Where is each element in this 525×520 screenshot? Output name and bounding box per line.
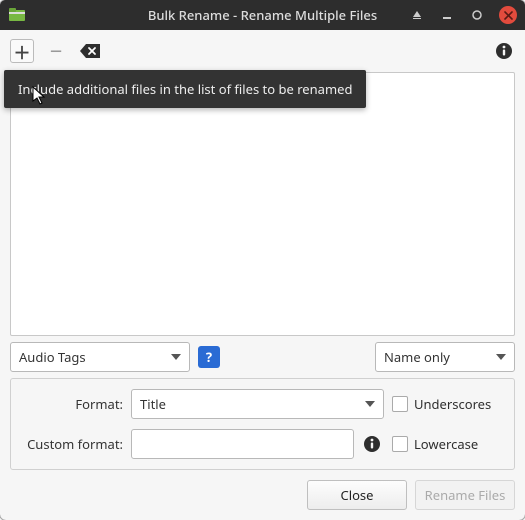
toolbar: ＋ − Include additional files in the list… <box>10 36 515 66</box>
rename-files-button: Rename Files <box>415 480 515 510</box>
underscores-label: Underscores <box>414 395 491 413</box>
window-controls <box>409 6 517 24</box>
maximize-icon[interactable] <box>469 7 485 23</box>
add-files-button[interactable]: ＋ <box>10 39 34 63</box>
remove-files-button[interactable]: − <box>44 39 68 63</box>
titlebar: Bulk Rename - Rename Multiple Files <box>0 0 525 30</box>
options-box: Format: Title Underscores Custom format:… <box>10 378 515 470</box>
app-icon <box>8 6 26 24</box>
info-icon[interactable] <box>493 40 515 62</box>
underscores-option[interactable]: Underscores <box>392 395 502 413</box>
help-button-label: ? <box>206 348 212 366</box>
chevron-down-icon <box>171 354 181 360</box>
app-window: Bulk Rename - Rename Multiple Files ＋ − <box>0 0 525 520</box>
window-content: ＋ − Include additional files in the list… <box>0 30 525 520</box>
mode-select-value: Audio Tags <box>19 348 86 366</box>
mode-row: Audio Tags ? Name only <box>10 342 515 372</box>
format-select[interactable]: Title <box>131 389 384 419</box>
mode-select[interactable]: Audio Tags <box>10 342 190 372</box>
close-button-label: Close <box>341 486 374 504</box>
help-button[interactable]: ? <box>198 346 220 368</box>
clear-files-button[interactable] <box>78 39 102 63</box>
footer: Close Rename Files <box>10 480 515 510</box>
chevron-down-icon <box>496 354 506 360</box>
underscores-checkbox[interactable] <box>392 396 408 412</box>
lowercase-checkbox[interactable] <box>392 436 408 452</box>
keep-above-icon[interactable] <box>409 7 425 23</box>
minimize-icon[interactable] <box>439 7 455 23</box>
custom-format-input[interactable] <box>131 429 354 459</box>
custom-format-label: Custom format: <box>23 435 123 453</box>
rename-files-button-label: Rename Files <box>425 486 506 504</box>
lowercase-option[interactable]: Lowercase <box>392 435 502 453</box>
add-files-tooltip: Include additional files in the list of … <box>4 70 366 108</box>
column-select-value: Name only <box>384 348 450 366</box>
chevron-down-icon <box>365 401 375 407</box>
file-list[interactable] <box>10 72 515 336</box>
close-button[interactable]: Close <box>307 480 407 510</box>
format-select-value: Title <box>140 395 166 413</box>
custom-format-info-icon[interactable] <box>362 434 382 454</box>
column-select[interactable]: Name only <box>375 342 515 372</box>
close-icon[interactable] <box>499 6 517 24</box>
format-label: Format: <box>23 395 123 413</box>
lowercase-label: Lowercase <box>414 435 478 453</box>
